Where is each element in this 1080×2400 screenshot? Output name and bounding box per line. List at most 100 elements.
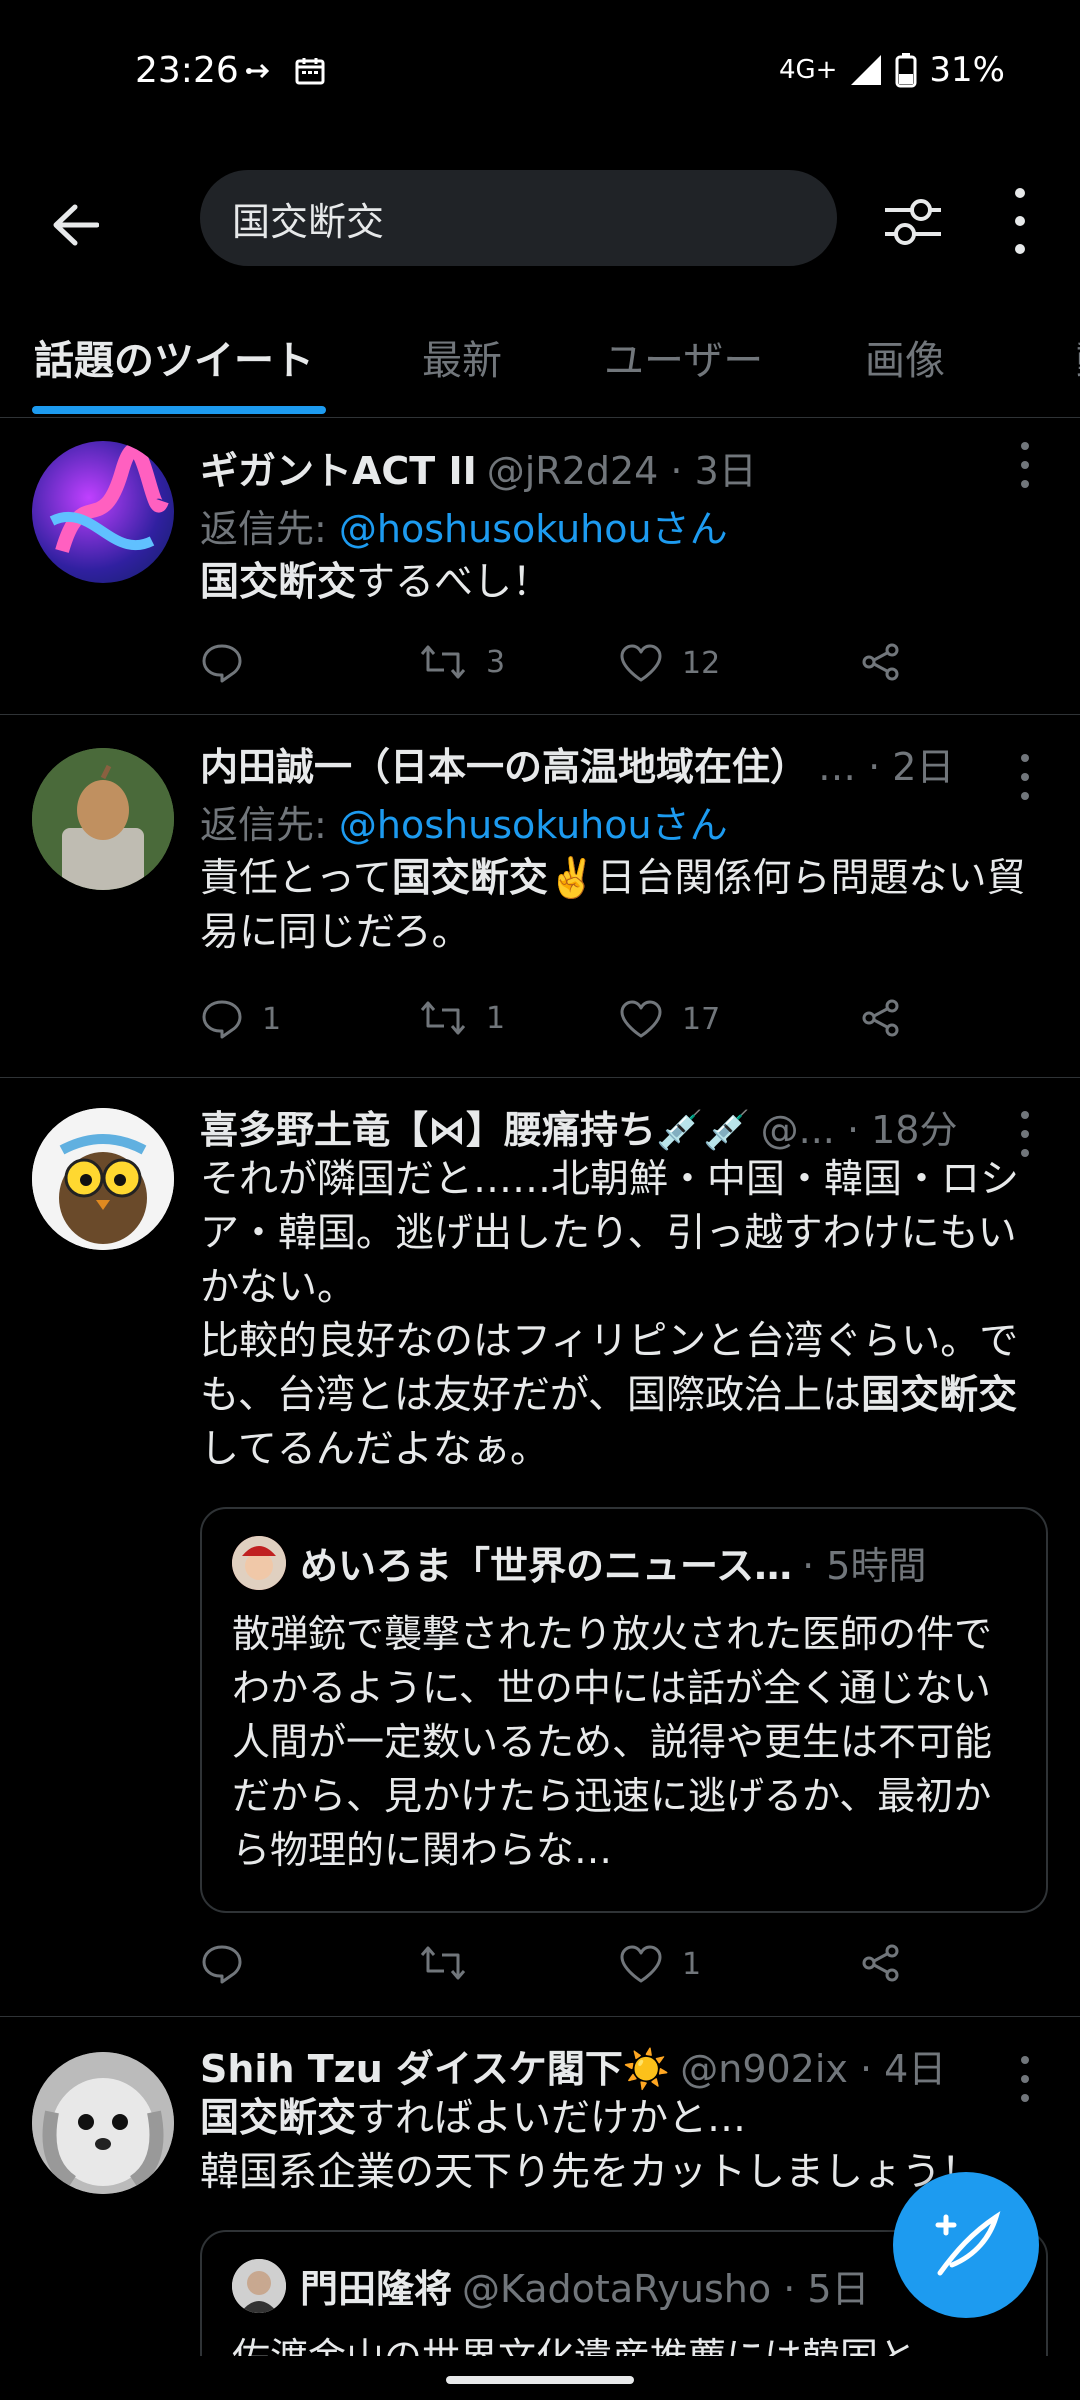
- quoted-tweet[interactable]: めいろま「世界のニュース… · 5時間 散弾銃で襲撃されたり放火された医師の件で…: [200, 1507, 1048, 1913]
- tweet-menu-button[interactable]: [1020, 1111, 1030, 1157]
- share-icon: [862, 643, 899, 681]
- quoted-author-name: めいろま「世界のニュース…: [300, 1544, 793, 1588]
- retweet-icon: [420, 1946, 466, 1980]
- retweet-count: 3: [486, 644, 506, 680]
- tweet-text: 責任とって国交断交✌️日台関係何ら問題ない貿易に同じだろ。: [200, 852, 1050, 960]
- like-button[interactable]: 12: [618, 642, 720, 684]
- search-term-highlight: 国交断交: [200, 2096, 357, 2141]
- retweet-button[interactable]: 1: [418, 998, 505, 1038]
- share-button[interactable]: [860, 998, 902, 1038]
- dot-icon: [1015, 188, 1025, 198]
- tweet-actions: 1: [200, 1943, 920, 1993]
- tab-people[interactable]: ユーザー: [604, 328, 763, 386]
- quoted-tweet-header: めいろま「世界のニュース… · 5時間: [232, 1535, 1016, 1590]
- share-button[interactable]: [860, 1943, 902, 1983]
- tab-latest[interactable]: 最新: [422, 328, 502, 386]
- tweet-actions: 3 12: [200, 642, 920, 692]
- quoted-avatar: [232, 1535, 286, 1590]
- tweet-header: 内田誠一（日本一の高温地域在住） … · 2日: [200, 736, 990, 791]
- sliders-icon: [885, 199, 941, 245]
- quoted-handle-time: @KadotaRyusho · 5日: [462, 2267, 870, 2311]
- calendar-icon: [295, 58, 325, 85]
- status-left-icons: [245, 56, 325, 86]
- tweet-actions: 1 1 17: [200, 998, 920, 1048]
- back-button[interactable]: [40, 190, 110, 260]
- avatar[interactable]: [32, 1108, 174, 1250]
- status-right: 4G+ 31%: [779, 50, 1005, 90]
- avatar[interactable]: [32, 2052, 174, 2194]
- retweet-button[interactable]: [418, 1943, 486, 1983]
- tab-videos[interactable]: 動: [1076, 328, 1080, 386]
- tweet-card[interactable]: Shih Tzu ダイスケ閣下☀️ @n902ix · 4日 国交断交すればよい…: [0, 2018, 1080, 2356]
- share-icon: [862, 1944, 899, 1982]
- tweet-header: ギガントACT II @jR2d24 · 3日: [200, 440, 990, 495]
- battery-icon: [895, 53, 917, 88]
- search-header: 国交断交: [0, 170, 1080, 270]
- author-name[interactable]: ギガントACT II: [200, 440, 477, 495]
- compose-tweet-button[interactable]: [893, 2172, 1039, 2318]
- tweet-text-rest: するべし！: [356, 560, 552, 605]
- tweet-menu-button[interactable]: [1020, 754, 1030, 800]
- search-input[interactable]: 国交断交: [200, 170, 837, 266]
- avatar[interactable]: [32, 441, 174, 583]
- data-transfer-icon: [246, 63, 270, 79]
- home-gesture-handle[interactable]: [446, 2376, 634, 2384]
- retweet-button[interactable]: 3: [418, 642, 505, 682]
- like-button[interactable]: 17: [618, 998, 720, 1040]
- search-tabs: 話題のツイート 最新 ユーザー 画像 動: [0, 320, 1080, 418]
- status-time: 23:26: [135, 50, 239, 91]
- tweet-card[interactable]: ギガントACT II @jR2d24 · 3日 返信先: @hoshusokuh…: [0, 420, 1080, 715]
- share-icon: [862, 999, 899, 1037]
- retweet-icon: [420, 1001, 466, 1035]
- compose-feather-icon: [935, 2211, 1001, 2276]
- avatar[interactable]: [32, 748, 174, 890]
- status-bar: 23:26 4G+ 31%: [0, 0, 1080, 150]
- author-handle-time: @jR2d24 · 3日: [486, 449, 757, 493]
- reply-button[interactable]: 1: [200, 998, 281, 1040]
- tab-top[interactable]: 話題のツイート: [34, 328, 314, 386]
- author-name[interactable]: 内田誠一（日本一の高温地域在住）: [200, 736, 808, 791]
- like-count: 17: [682, 1001, 721, 1037]
- tweet-text: 国交断交すればよいだけかと… 韓国系企業の天下り先をカットしましょう！: [200, 2092, 1050, 2200]
- author-name[interactable]: Shih Tzu ダイスケ閣下☀️: [200, 2038, 670, 2093]
- tweet-text: それが隣国だと……北朝鮮・中国・韓国・ロシア・韓国。逃げ出したり、引っ越すわけに…: [200, 1153, 1050, 1477]
- arrow-left-icon: [53, 204, 99, 246]
- reply-to: 返信先: @hoshusokuhouさん: [200, 498, 728, 553]
- reply-icon: [202, 1000, 242, 1039]
- heart-icon: [620, 644, 662, 682]
- dot-icon: [1015, 216, 1025, 226]
- retweet-count: 1: [486, 1000, 506, 1036]
- author-handle-time: … · 2日: [818, 745, 955, 789]
- tab-photos[interactable]: 画像: [865, 328, 945, 386]
- reply-button[interactable]: [200, 1943, 262, 1985]
- battery-level: 31%: [929, 50, 1005, 90]
- author-name[interactable]: 喜多野土竜【⋈】腰痛持ち💉💉: [200, 1099, 751, 1154]
- quoted-author-name: 門田隆将: [300, 2267, 453, 2311]
- reply-handle-link[interactable]: @hoshusokuhouさん: [339, 803, 728, 847]
- reply-prefix: 返信先:: [200, 507, 339, 551]
- like-button[interactable]: 1: [618, 1943, 701, 1985]
- reply-prefix: 返信先:: [200, 803, 339, 847]
- reply-icon: [202, 644, 242, 683]
- share-button[interactable]: [860, 642, 902, 682]
- tweet-header: 喜多野土竜【⋈】腰痛持ち💉💉 @... · 18分: [200, 1099, 990, 1154]
- signal-icon: [851, 55, 882, 85]
- reply-handle-link[interactable]: @hoshusokuhouさん: [339, 507, 728, 551]
- reply-button[interactable]: [200, 642, 262, 684]
- system-nav-bar: [0, 2356, 1080, 2400]
- reply-icon: [202, 1945, 242, 1984]
- tweet-text: 国交断交するべし！: [200, 556, 1050, 610]
- tab-active-indicator: [32, 406, 326, 414]
- tweet-menu-button[interactable]: [1020, 442, 1030, 488]
- tweet-card[interactable]: 喜多野土竜【⋈】腰痛持ち💉💉 @... · 18分 それが隣国だと……北朝鮮・中…: [0, 1079, 1080, 2017]
- tweet-card[interactable]: 内田誠一（日本一の高温地域在住） … · 2日 返信先: @hoshusokuh…: [0, 716, 1080, 1078]
- search-term-highlight: 国交断交: [861, 1373, 1018, 1418]
- heart-icon: [620, 1945, 662, 1983]
- network-type: 4G+: [778, 55, 838, 85]
- overflow-menu-button[interactable]: [1000, 188, 1040, 254]
- search-filter-button[interactable]: [878, 190, 948, 254]
- quoted-handle-time: · 5時間: [802, 1544, 927, 1588]
- author-handle-time: @... · 18分: [760, 1108, 958, 1152]
- quoted-tweet-text: 佐渡金山の世界文化遺産推薦には韓国と: [232, 2330, 1016, 2356]
- tweet-text-pre: 責任とって: [200, 856, 392, 901]
